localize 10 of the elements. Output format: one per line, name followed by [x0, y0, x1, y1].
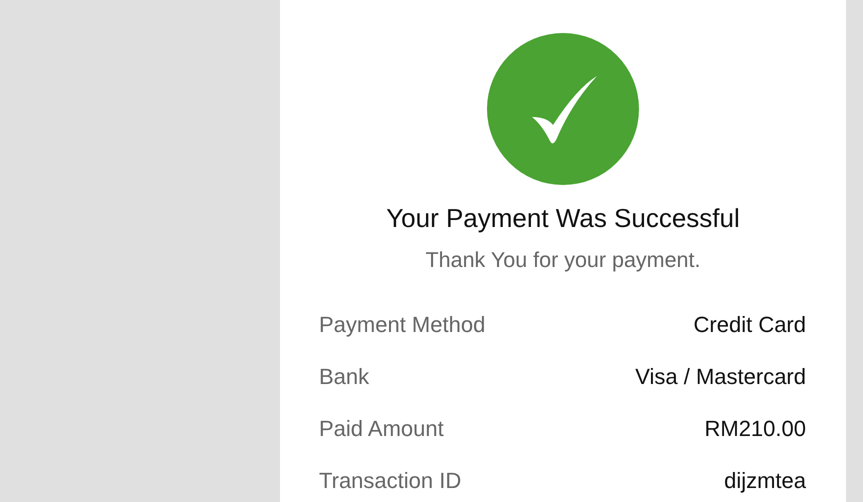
detail-value: RM210.00 — [704, 415, 806, 442]
status-message: Thank You for your payment. — [426, 248, 700, 273]
detail-label: Paid Amount — [319, 415, 444, 442]
status-title: Your Payment Was Successful — [386, 203, 740, 234]
detail-label: Payment Method — [319, 311, 486, 338]
detail-label: Transaction ID — [319, 467, 462, 494]
detail-value: Credit Card — [694, 311, 806, 338]
detail-label: Bank — [319, 363, 370, 390]
detail-value: dijzmtea — [724, 467, 806, 494]
detail-value: Visa / Mastercard — [635, 363, 806, 390]
